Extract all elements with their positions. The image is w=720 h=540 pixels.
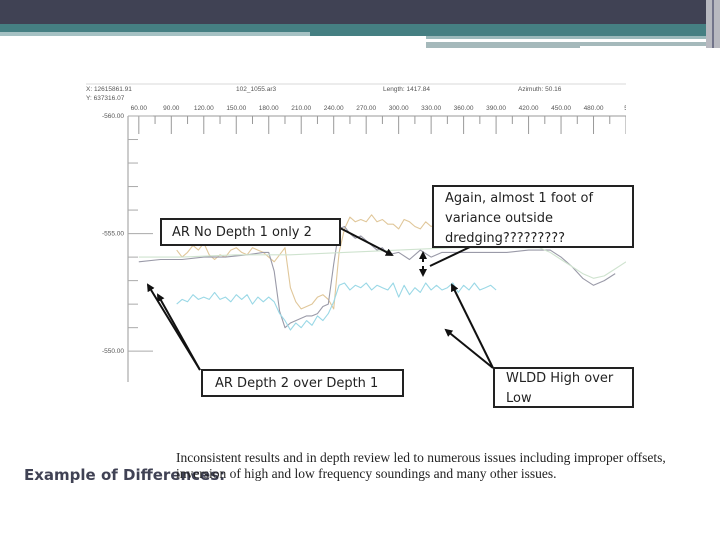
arrow-again xyxy=(429,246,471,267)
callout-ar-depth2: AR Depth 2 over Depth 1 xyxy=(201,369,404,397)
arrow-wldd-b xyxy=(444,328,494,369)
arrow-wldd-a xyxy=(451,283,494,369)
slide-body-text: Inconsistent results and in depth review… xyxy=(176,450,666,481)
callout-wldd: WLDD High over Low xyxy=(493,367,634,408)
callout-variance: Again, almost 1 foot of variance outside… xyxy=(432,185,634,248)
arrow-ar-no-depth xyxy=(339,227,394,256)
callout-ar-no-depth: AR No Depth 1 only 2 xyxy=(160,218,341,246)
arrow-ar-depth2-b xyxy=(157,293,201,371)
